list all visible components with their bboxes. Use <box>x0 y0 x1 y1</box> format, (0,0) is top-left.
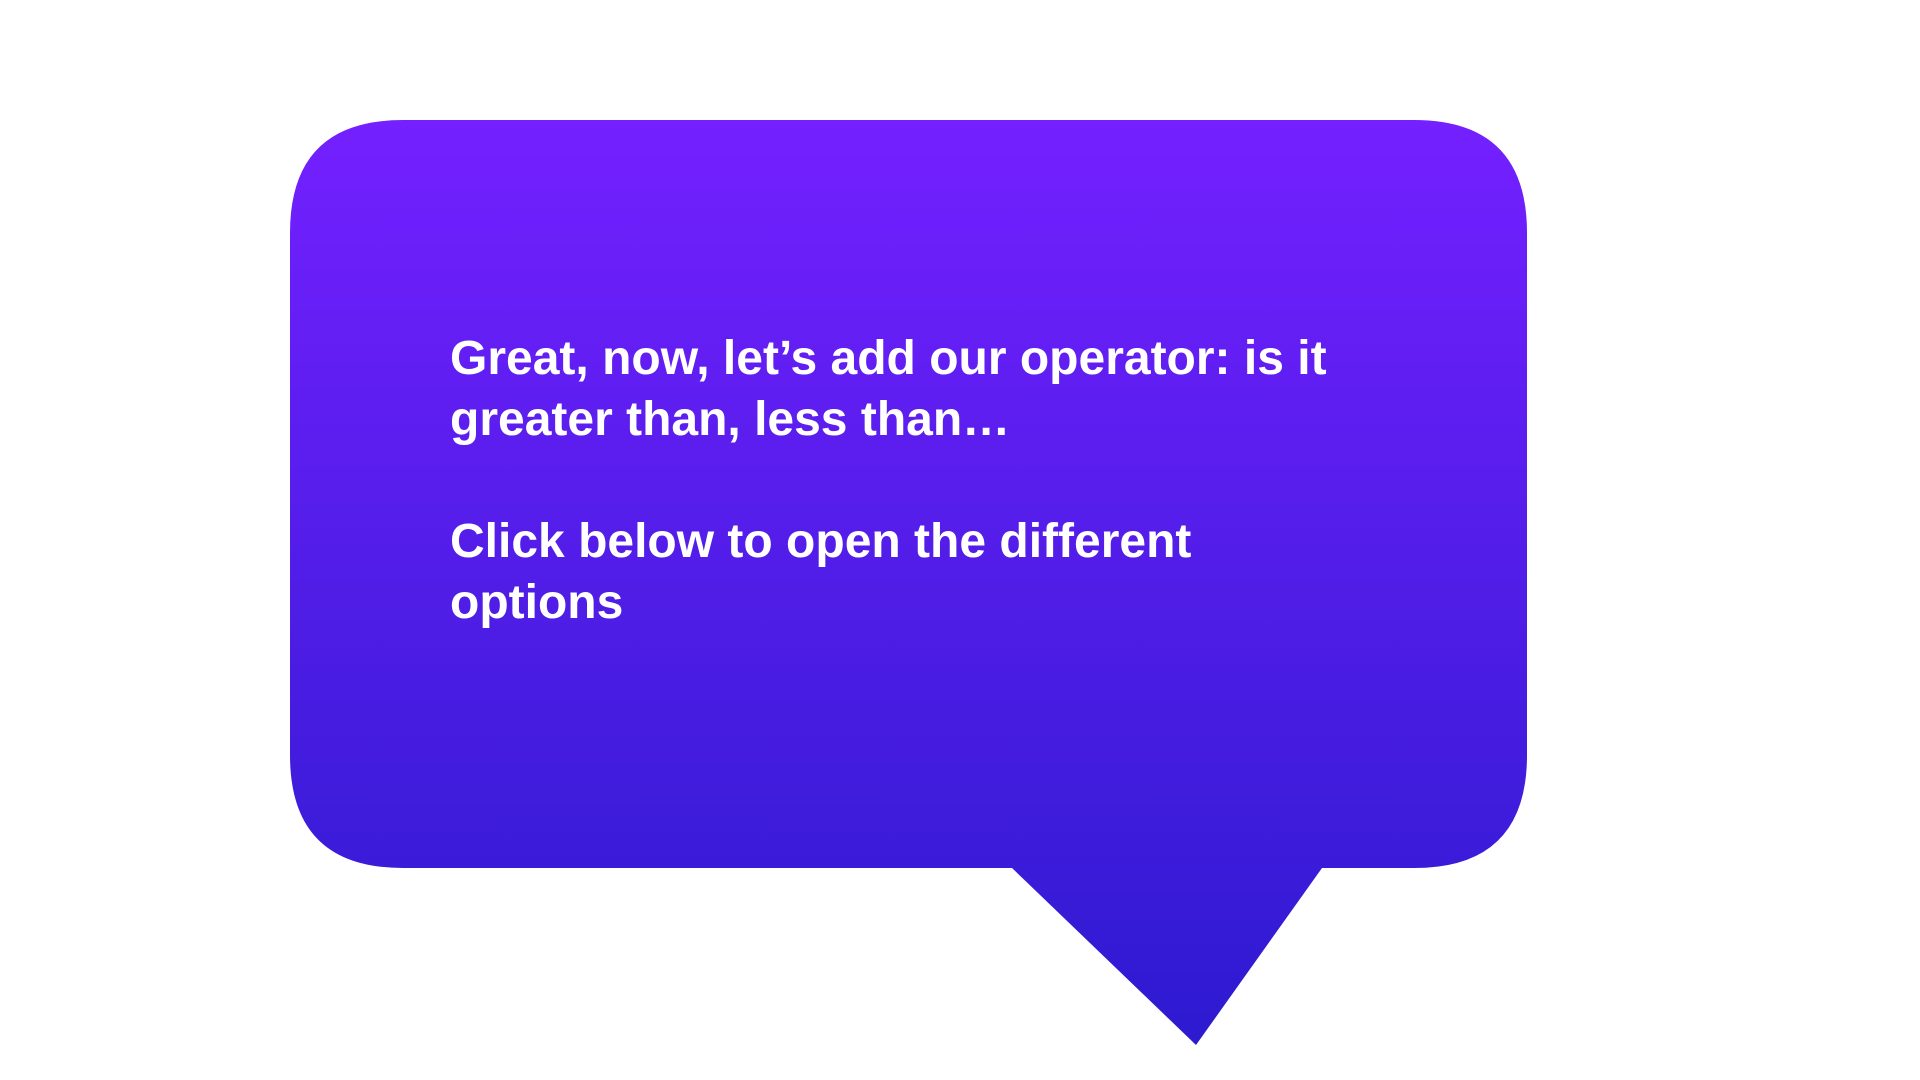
tooltip-message: Great, now, let’s add our operator: is i… <box>450 328 1450 633</box>
tooltip-message-paragraph-2: Click below to open the different option… <box>450 515 1192 629</box>
tooltip-message-paragraph-1: Great, now, let’s add our operator: is i… <box>450 332 1327 446</box>
tutorial-stage: Great, now, let’s add our operator: is i… <box>0 0 1920 1080</box>
